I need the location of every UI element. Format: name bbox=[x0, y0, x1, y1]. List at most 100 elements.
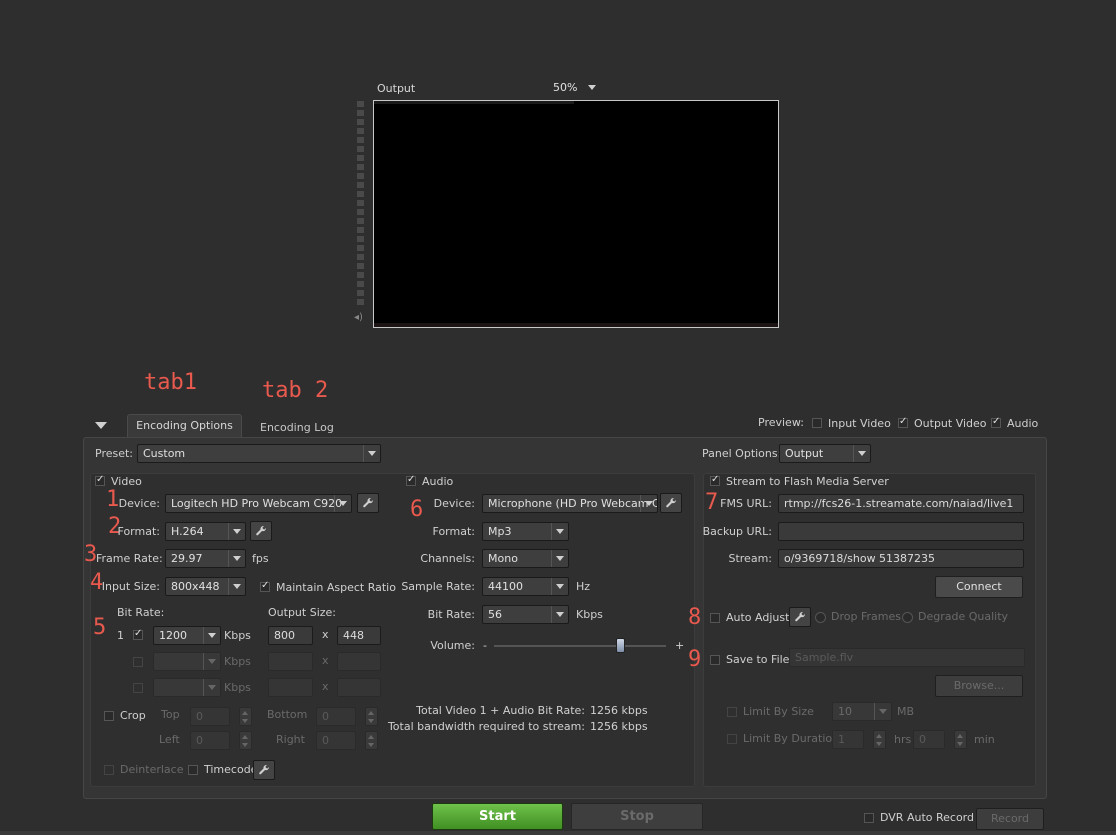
preview-audio-checkbox[interactable] bbox=[991, 416, 1001, 428]
volume-slider-thumb[interactable] bbox=[616, 638, 626, 653]
video-device-select[interactable]: Logitech HD Pro Webcam C920 bbox=[165, 494, 352, 513]
zoom-dropdown-icon[interactable] bbox=[588, 85, 596, 90]
speaker-icon[interactable]: ◂) bbox=[354, 312, 363, 323]
preview-input-video-label: Input Video bbox=[828, 417, 891, 430]
meter-segment bbox=[357, 128, 364, 134]
stream-name-input[interactable]: o/9369718/show 51387235 bbox=[778, 549, 1024, 568]
timecode-label: Timecode bbox=[204, 763, 258, 776]
fms-url-input[interactable]: rtmp://fcs26-1.streamate.com/naiad/live1 bbox=[778, 494, 1024, 513]
crop-right-input[interactable]: 0 bbox=[316, 731, 356, 750]
bitrate-row-2-select[interactable] bbox=[153, 652, 221, 671]
auto-adjust-label: Auto Adjust bbox=[726, 611, 790, 624]
video-format-select[interactable]: H.264 bbox=[165, 522, 246, 541]
preview-output-video-checkbox[interactable] bbox=[898, 416, 908, 428]
bitrate-row-2-checkbox[interactable] bbox=[133, 657, 143, 667]
bitrate-row-1-select[interactable]: 1200 bbox=[153, 626, 221, 645]
wrench-icon bbox=[363, 497, 374, 508]
zoom-value[interactable]: 50% bbox=[553, 81, 577, 95]
panel-options-select[interactable]: Output bbox=[779, 444, 871, 463]
bitrate-row-1-checkbox[interactable] bbox=[133, 628, 143, 640]
auto-adjust-settings-button[interactable] bbox=[789, 607, 811, 627]
audio-device-settings-button[interactable] bbox=[660, 493, 682, 513]
annotation-tab1: tab1 bbox=[144, 370, 197, 395]
crop-top-label: Top bbox=[161, 708, 180, 721]
crop-bottom-input[interactable]: 0 bbox=[316, 707, 356, 726]
audio-device-select[interactable]: Microphone (HD Pro Webcam C bbox=[482, 494, 658, 513]
browse-button[interactable]: Browse... bbox=[935, 675, 1023, 697]
record-button[interactable]: Record bbox=[976, 808, 1044, 830]
audio-enable-checkbox[interactable] bbox=[406, 474, 416, 486]
tab-encoding-log[interactable]: Encoding Log bbox=[260, 421, 334, 435]
auto-adjust-checkbox[interactable] bbox=[710, 613, 720, 623]
timecode-checkbox[interactable] bbox=[188, 765, 198, 775]
crop-right-stepper[interactable] bbox=[365, 731, 378, 750]
limit-duration-label: Limit By Duration bbox=[743, 732, 840, 745]
video-device-settings-button[interactable] bbox=[357, 493, 379, 513]
bitrate-row-3-width[interactable] bbox=[268, 678, 313, 697]
collapse-panel-icon[interactable] bbox=[95, 422, 107, 429]
preset-label: Preset: bbox=[95, 447, 134, 460]
bitrate-row-3-checkbox[interactable] bbox=[133, 683, 143, 693]
sample-rate-select[interactable]: 44100 bbox=[482, 577, 569, 596]
meter-segment bbox=[357, 263, 364, 269]
limit-duration-checkbox[interactable] bbox=[727, 734, 737, 744]
limit-minutes-stepper[interactable] bbox=[954, 730, 967, 749]
preview-input-video-checkbox[interactable] bbox=[812, 418, 822, 428]
output-size-header: Output Size: bbox=[268, 606, 336, 619]
connect-button[interactable]: Connect bbox=[935, 576, 1023, 598]
drop-frames-label: Drop Frames bbox=[831, 610, 901, 623]
meter-segment bbox=[357, 101, 364, 107]
bitrate-row-3-select[interactable] bbox=[153, 678, 221, 697]
video-format-settings-button[interactable] bbox=[250, 521, 272, 541]
start-button[interactable]: Start bbox=[432, 803, 563, 830]
maintain-aspect-checkbox[interactable] bbox=[260, 580, 270, 592]
preset-select[interactable]: Custom bbox=[137, 444, 381, 463]
video-enable-checkbox[interactable] bbox=[95, 474, 105, 486]
limit-hours-input[interactable]: 1 bbox=[832, 730, 864, 749]
crop-checkbox[interactable] bbox=[104, 711, 114, 721]
limit-minutes-input[interactable]: 0 bbox=[913, 730, 945, 749]
crop-bottom-stepper[interactable] bbox=[365, 707, 378, 726]
channels-select[interactable]: Mono bbox=[482, 549, 569, 568]
timecode-settings-button[interactable] bbox=[253, 760, 275, 780]
output-video-preview bbox=[373, 100, 779, 328]
drop-frames-radio[interactable] bbox=[815, 612, 826, 623]
limit-size-checkbox[interactable] bbox=[727, 707, 737, 717]
crop-left-stepper[interactable] bbox=[239, 731, 252, 750]
input-size-select[interactable]: 800x448 bbox=[165, 577, 246, 596]
hrs-unit: hrs bbox=[894, 733, 912, 746]
meter-segment bbox=[357, 110, 364, 116]
bitrate-row-2-height[interactable] bbox=[337, 652, 381, 671]
bitrate-row-1-width[interactable]: 800 bbox=[268, 626, 313, 645]
deinterlace-checkbox[interactable] bbox=[104, 765, 114, 775]
preview-audio-label: Audio bbox=[1007, 417, 1039, 430]
stop-button[interactable]: Stop bbox=[571, 803, 703, 830]
save-file-input[interactable]: Sample.flv bbox=[789, 648, 1025, 667]
crop-top-input[interactable]: 0 bbox=[190, 707, 230, 726]
limit-size-select[interactable]: 10 bbox=[832, 702, 892, 721]
bit-rate-header: Bit Rate: bbox=[117, 606, 165, 619]
crop-left-input[interactable]: 0 bbox=[190, 731, 230, 750]
save-to-file-checkbox[interactable] bbox=[710, 655, 720, 665]
meter-segment bbox=[357, 119, 364, 125]
bitrate-row-1-height[interactable]: 448 bbox=[337, 626, 381, 645]
dvr-auto-record-checkbox[interactable] bbox=[864, 813, 874, 823]
channels-label: Channels: bbox=[420, 552, 475, 565]
volume-minus: - bbox=[483, 639, 487, 652]
stream-enable-checkbox[interactable] bbox=[710, 474, 720, 486]
wrench-icon bbox=[666, 497, 677, 508]
limit-size-label: Limit By Size bbox=[743, 705, 814, 718]
audio-format-select[interactable]: Mp3 bbox=[482, 522, 569, 541]
backup-url-input[interactable] bbox=[778, 522, 1024, 541]
audio-device-label: Device: bbox=[433, 497, 475, 510]
bitrate-row-2-width[interactable] bbox=[268, 652, 313, 671]
deinterlace-label: Deinterlace bbox=[120, 763, 184, 776]
audio-bit-rate-select[interactable]: 56 bbox=[482, 605, 569, 624]
frame-rate-select[interactable]: 29.97 bbox=[165, 549, 246, 568]
volume-slider-track[interactable] bbox=[494, 645, 666, 647]
degrade-quality-radio[interactable] bbox=[902, 612, 913, 623]
crop-top-stepper[interactable] bbox=[239, 707, 252, 726]
limit-hours-stepper[interactable] bbox=[873, 730, 886, 749]
bitrate-row-3-height[interactable] bbox=[337, 678, 381, 697]
tab-encoding-options[interactable]: Encoding Options bbox=[127, 414, 242, 438]
